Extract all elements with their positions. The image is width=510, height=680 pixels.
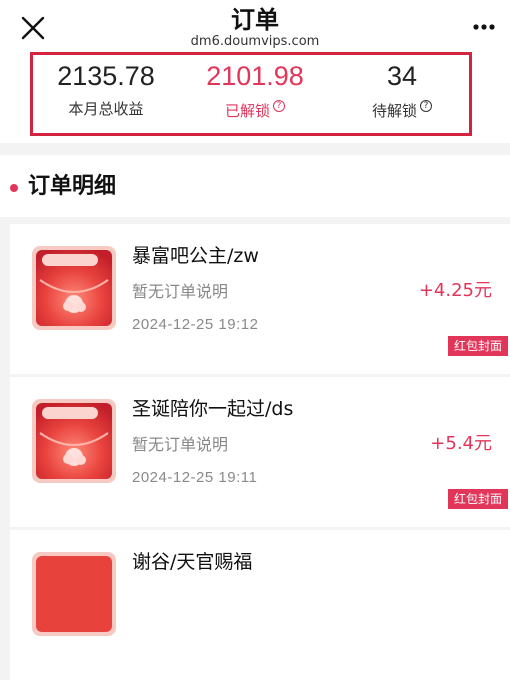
- stat-total-label: 本月总收益: [68, 100, 144, 118]
- order-type-badge: 红包封面: [447, 336, 508, 356]
- order-name: 谢谷/天官赐福: [132, 551, 253, 573]
- help-icon[interactable]: ?: [420, 100, 432, 112]
- order-name: 圣诞陪你一起过/ds: [132, 398, 294, 420]
- order-item[interactable]: 圣诞陪你一起过/ds 暂无订单说明 2024-12-25 19:11 +5.4元…: [10, 377, 510, 527]
- top-bar: 订单 dm6.doumvips.com: [0, 0, 510, 56]
- section-header: 订单明细: [0, 155, 510, 217]
- stats-card: 2135.78 本月总收益 2101.98 已解锁? 34 待解锁?: [0, 50, 510, 143]
- order-time: 2024-12-25 19:12: [132, 316, 259, 333]
- order-name: 暴富吧公主/zw: [132, 245, 259, 267]
- order-amount: +5.4元: [430, 433, 492, 454]
- order-description: 暂无订单说明: [132, 282, 229, 301]
- order-description: 暂无订单说明: [132, 435, 229, 454]
- stat-locked-value: 34: [386, 61, 418, 91]
- stat-total-value: 2135.78: [57, 61, 155, 91]
- order-time: 2024-12-25 19:11: [132, 469, 258, 486]
- section-title: 订单明细: [28, 174, 117, 199]
- help-icon[interactable]: ?: [273, 100, 285, 112]
- order-amount: +4.25元: [418, 280, 492, 301]
- stat-unlocked-label: 已解锁?: [180, 100, 330, 120]
- order-type-badge: 红包封面: [447, 489, 508, 509]
- section-dot: [10, 184, 18, 192]
- red-envelope-cover-thumbnail: [32, 246, 116, 330]
- order-item[interactable]: 暴富吧公主/zw 暂无订单说明 2024-12-25 19:12 +4.25元 …: [10, 224, 510, 374]
- more-button[interactable]: [468, 14, 500, 40]
- stat-total-income: 2135.78 本月总收益: [31, 60, 181, 118]
- stat-unlocked-value: 2101.98: [206, 61, 304, 91]
- page-url: dm6.doumvips.com: [190, 34, 320, 49]
- stat-locked-label: 待解锁?: [327, 100, 477, 120]
- red-envelope-cover-thumbnail: [32, 552, 116, 636]
- stat-locked[interactable]: 34 待解锁?: [327, 60, 477, 120]
- stat-unlocked[interactable]: 2101.98 已解锁?: [180, 60, 330, 120]
- more-icon: [473, 24, 495, 30]
- page-title: 订单: [231, 6, 279, 34]
- red-envelope-cover-thumbnail: [32, 399, 116, 483]
